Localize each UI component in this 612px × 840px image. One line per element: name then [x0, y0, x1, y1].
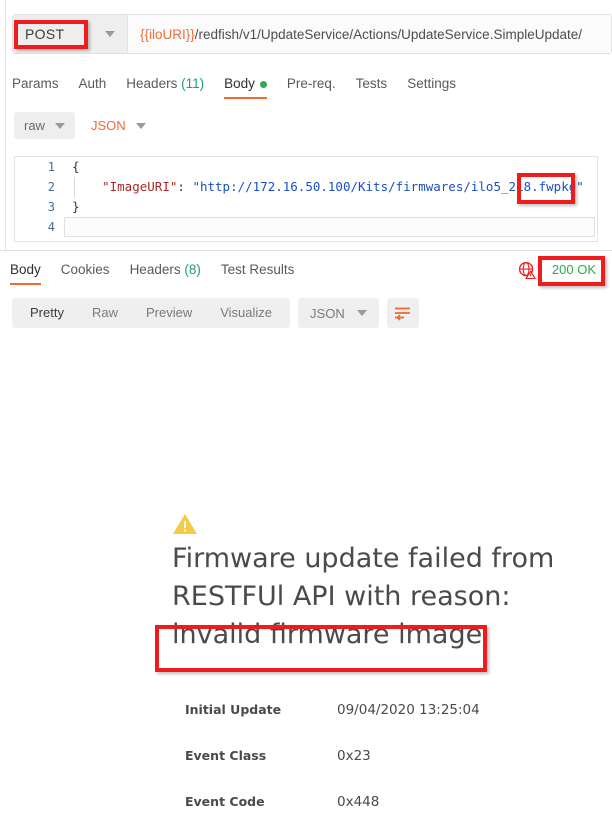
warning-icon-wrap	[172, 512, 198, 541]
tab-headers-count: (11)	[181, 76, 205, 91]
tab-auth[interactable]: Auth	[79, 76, 107, 99]
detail-row: Initial Update 09/04/2020 13:25:04	[185, 702, 605, 748]
response-tab-cookies-label: Cookies	[60, 262, 110, 277]
line-number: 4	[47, 220, 55, 234]
globe-warning-icon	[518, 261, 536, 279]
tab-params-label: Params	[12, 76, 59, 91]
response-tab-cookies[interactable]: Cookies	[61, 262, 110, 285]
view-mode-visualize[interactable]: Visualize	[206, 298, 286, 328]
body-type-row: raw JSON	[14, 112, 152, 139]
body-mode-selector[interactable]: raw	[14, 112, 75, 139]
body-mode-label: raw	[24, 118, 45, 133]
wrap-text-icon	[395, 307, 411, 321]
detail-value: 0x448	[337, 794, 380, 810]
chevron-down-icon	[105, 31, 115, 37]
tab-pre-request-label: Pre-req.	[286, 76, 336, 91]
request-url-input[interactable]: {{iloURI}}/redfish/v1/UpdateService/Acti…	[128, 15, 611, 53]
url-variable-token: {{iloURI}}	[140, 26, 195, 42]
response-tab-headers-label: Headers	[129, 262, 181, 277]
code-line: 1 {	[15, 157, 597, 177]
line-content	[64, 217, 595, 237]
message-line-3: invalid firmware image	[172, 619, 483, 650]
wrap-lines-button[interactable]	[386, 298, 419, 328]
tab-auth-label: Auth	[78, 76, 107, 91]
tab-body[interactable]: Body	[224, 76, 267, 99]
fold-guide	[74, 177, 75, 197]
detail-value: 0x23	[337, 748, 371, 764]
response-status-area: 200 OK	[518, 260, 602, 279]
view-mode-raw[interactable]: Raw	[78, 298, 132, 328]
request-body-editor[interactable]: 1 { 2 "ImageURI": "http://172.16.50.100/…	[14, 156, 598, 242]
tab-headers[interactable]: Headers (11)	[126, 76, 204, 99]
body-language-label: JSON	[90, 118, 126, 133]
tab-params[interactable]: Params	[12, 76, 59, 99]
line-content: }	[72, 199, 80, 214]
code-line: 2 "ImageURI": "http://172.16.50.100/Kits…	[15, 177, 597, 197]
code-line: 3 }	[15, 197, 597, 217]
response-status-code: 200 OK	[551, 262, 596, 277]
request-url-bar: POST {{iloURI}}/redfish/v1/UpdateService…	[12, 14, 612, 54]
response-message-heading: Firmware update failed from RESTFUl API …	[172, 540, 592, 654]
response-tab-body[interactable]: Body	[10, 262, 41, 285]
response-format-selector[interactable]: JSON	[298, 298, 379, 328]
request-tabs: Params Auth Headers (11) Body Pre-req. T…	[12, 76, 456, 99]
pane-divider	[0, 250, 612, 251]
detail-row: Event Code 0x448	[185, 794, 605, 840]
response-tab-headers-count: (8)	[184, 262, 201, 277]
view-mode-pretty[interactable]: Pretty	[16, 298, 78, 328]
json-key: "ImageURI"	[102, 179, 178, 194]
left-rail-divider	[5, 0, 6, 250]
line-content: {	[72, 159, 80, 174]
line-content: "ImageURI": "http://172.16.50.100/Kits/f…	[64, 177, 597, 197]
http-method-label: POST	[25, 26, 65, 42]
tab-settings-label: Settings	[407, 76, 456, 91]
line-number: 3	[47, 200, 55, 214]
code-line-active: 4	[15, 217, 597, 237]
detail-value: 09/04/2020 13:25:04	[337, 702, 480, 718]
chevron-down-icon	[54, 122, 65, 129]
response-format-label: JSON	[310, 305, 345, 321]
detail-label: Initial Update	[185, 702, 282, 717]
view-mode-pretty-label: Pretty	[30, 305, 64, 320]
response-tab-headers[interactable]: Headers (8)	[130, 262, 201, 285]
tab-pre-request[interactable]: Pre-req.	[287, 76, 336, 99]
http-method-selector[interactable]: POST	[13, 15, 128, 53]
url-path-text: /redfish/v1/UpdateService/Actions/Update…	[194, 26, 582, 42]
response-tab-body-label: Body	[10, 262, 41, 277]
tab-tests-label: Tests	[355, 76, 388, 91]
line-number: 1	[47, 160, 55, 174]
view-mode-raw-label: Raw	[91, 305, 118, 320]
message-line-2: RESTFUl API with reason:	[172, 581, 511, 612]
tab-tests[interactable]: Tests	[356, 76, 388, 99]
event-detail-list: Initial Update 09/04/2020 13:25:04 Event…	[185, 702, 605, 840]
detail-label: Event Code	[185, 794, 265, 809]
view-mode-preview-label: Preview	[145, 305, 193, 320]
chevron-down-icon	[356, 310, 367, 316]
tab-headers-label: Headers	[126, 76, 178, 91]
body-language-selector[interactable]: JSON	[85, 112, 152, 139]
line-number: 2	[47, 180, 55, 194]
json-colon: :	[177, 179, 193, 194]
response-tab-test-results[interactable]: Test Results	[221, 262, 295, 285]
view-mode-preview[interactable]: Preview	[132, 298, 206, 328]
warning-triangle-icon	[173, 514, 197, 534]
detail-label: Event Class	[185, 748, 267, 763]
tab-settings[interactable]: Settings	[407, 76, 456, 99]
json-string-value: "http://172.16.50.100/Kits/firmwares/ilo…	[192, 179, 584, 194]
response-tab-test-results-label: Test Results	[220, 262, 295, 277]
postman-window: POST {{iloURI}}/redfish/v1/UpdateService…	[0, 0, 612, 826]
body-modified-dot-icon	[259, 80, 267, 88]
chevron-down-icon	[135, 122, 146, 129]
message-line-1: Firmware update failed from	[172, 543, 555, 574]
detail-row: Event Class 0x23	[185, 748, 605, 794]
response-view-modes: Pretty Raw Preview Visualize	[12, 298, 291, 328]
tab-body-label: Body	[224, 76, 255, 91]
response-view-toolbar: Pretty Raw Preview Visualize JSON	[12, 298, 419, 328]
response-tabs: Body Cookies Headers (8) Test Results	[10, 262, 294, 285]
view-mode-visualize-label: Visualize	[220, 305, 273, 320]
